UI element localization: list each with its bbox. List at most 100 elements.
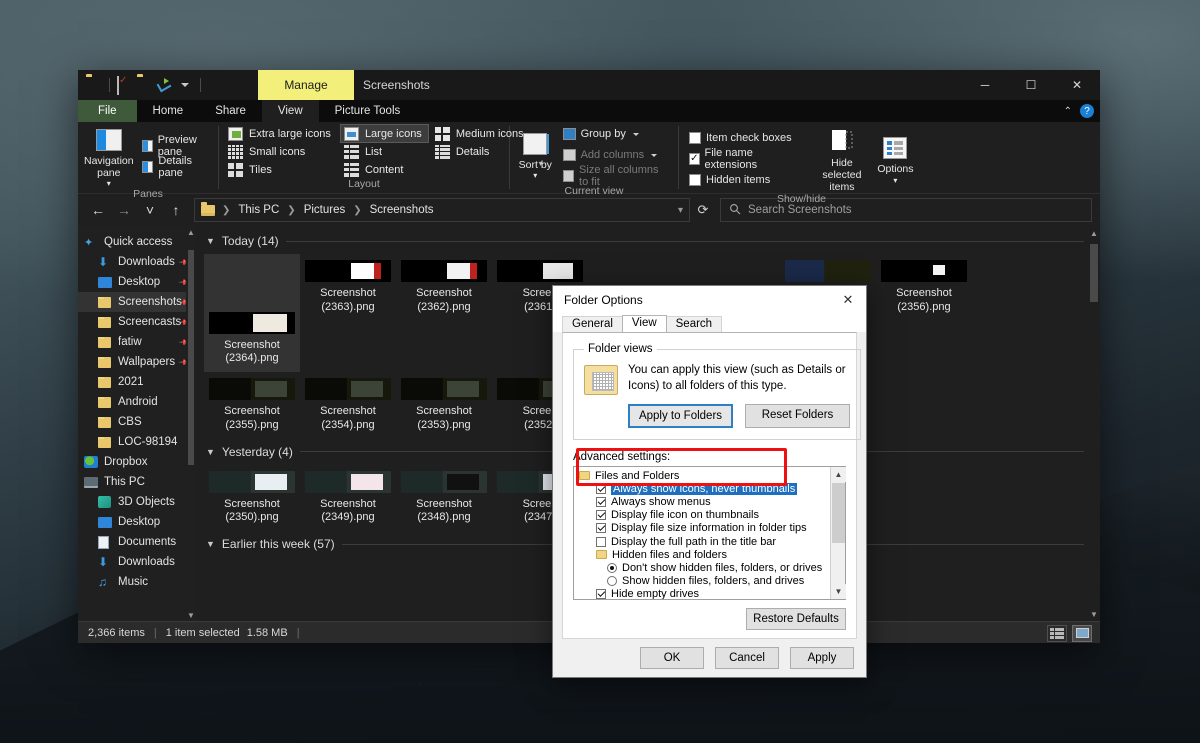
advanced-setting-row[interactable]: Display file icon on thumbnails: [579, 509, 830, 522]
folder-icon[interactable]: [86, 77, 102, 93]
advanced-setting-row[interactable]: Display the full path in the title bar: [579, 535, 830, 548]
breadcrumb[interactable]: ❯ This PC ❯ Pictures ❯ Screenshots ▾: [194, 198, 690, 222]
apply-to-folders-button[interactable]: Apply to Folders: [628, 404, 733, 428]
tab-general[interactable]: General: [562, 316, 623, 332]
advanced-setting-row[interactable]: Hide empty drives: [579, 588, 830, 599]
apply-button[interactable]: Apply: [790, 647, 854, 669]
checkbox-icon[interactable]: ✓: [689, 153, 700, 165]
advanced-settings-scrollbar[interactable]: ▲ ▼: [830, 467, 845, 599]
sidebar-item-screencasts[interactable]: Screencasts📌: [78, 312, 196, 332]
customize-chevron-icon[interactable]: [177, 77, 193, 93]
checkbox-icon[interactable]: [596, 484, 606, 494]
minimize-button[interactable]: ─: [962, 70, 1008, 100]
sidebar-item-documents[interactable]: Documents: [78, 532, 196, 552]
checkbox-icon[interactable]: [689, 174, 701, 186]
advanced-setting-row[interactable]: Always show icons, never thumbnails: [579, 482, 830, 495]
content-scrollbar[interactable]: ▲ ▼: [1088, 226, 1100, 621]
advanced-setting-row[interactable]: Display file size information in folder …: [579, 522, 830, 535]
checkbox-icon[interactable]: [689, 132, 701, 144]
file-name-extensions-option[interactable]: ✓ File name extensions: [685, 150, 797, 168]
scroll-down-icon[interactable]: ▼: [1088, 607, 1100, 621]
tab-home[interactable]: Home: [137, 100, 200, 122]
group-header[interactable]: ▼Today (14): [202, 234, 1084, 248]
hide-selected-items-button[interactable]: Hide selected items: [815, 125, 869, 193]
undo-icon[interactable]: [157, 77, 173, 93]
tab-share[interactable]: Share: [199, 100, 262, 122]
sidebar-item-desktop[interactable]: Desktop📌: [78, 272, 196, 292]
advanced-setting-row[interactable]: Don't show hidden files, folders, or dri…: [579, 561, 830, 574]
item-check-boxes-option[interactable]: Item check boxes: [685, 129, 797, 147]
layout-content[interactable]: Content: [341, 161, 428, 178]
collapse-ribbon-icon[interactable]: ⌃: [1064, 106, 1072, 117]
file-item[interactable]: Screenshot(2349).png: [300, 465, 396, 530]
layout-tiles[interactable]: Tiles: [225, 161, 337, 178]
details-pane-button[interactable]: Details pane: [138, 158, 212, 176]
sidebar-item-screenshots[interactable]: Screenshots📌: [78, 292, 196, 312]
layout-small-icons[interactable]: Small icons: [225, 143, 337, 160]
scroll-down-icon[interactable]: ▼: [831, 584, 846, 599]
tab-picture-tools[interactable]: Picture Tools: [319, 100, 417, 122]
sidebar-item-fatiw[interactable]: fatiw📌: [78, 332, 196, 352]
layout-extra-large-icons[interactable]: Extra large icons: [225, 125, 337, 142]
checkbox-icon[interactable]: [596, 497, 606, 507]
layout-list[interactable]: List: [341, 143, 428, 160]
breadcrumb-this-pc[interactable]: This PC: [234, 203, 283, 217]
preview-pane-button[interactable]: Preview pane: [138, 137, 212, 155]
advanced-settings-list[interactable]: Files and FoldersAlways show icons, neve…: [573, 466, 846, 600]
tab-view[interactable]: View: [262, 100, 319, 122]
sidebar-item-cbs[interactable]: CBS: [78, 412, 196, 432]
layout-large-icons[interactable]: Large icons: [341, 125, 428, 142]
file-item[interactable]: Screenshot(2363).png: [300, 254, 396, 372]
ok-button[interactable]: OK: [640, 647, 704, 669]
file-item[interactable]: Screenshot(2350).png: [204, 465, 300, 530]
size-all-columns-button[interactable]: Size all columns to fit: [559, 167, 672, 185]
tab-view[interactable]: View: [622, 315, 667, 332]
close-button[interactable]: ✕: [1054, 70, 1100, 100]
scroll-up-icon[interactable]: ▲: [186, 226, 196, 238]
sort-by-button[interactable]: Sort by ▾: [516, 129, 555, 180]
advanced-setting-row[interactable]: Files and Folders: [579, 469, 830, 482]
sidebar-item-downloads[interactable]: ⬇Downloads: [78, 552, 196, 572]
radio-icon[interactable]: [607, 576, 617, 586]
sidebar-item-music[interactable]: ♫Music: [78, 572, 196, 592]
dialog-close-button[interactable]: ✕: [830, 286, 866, 314]
maximize-button[interactable]: ☐: [1008, 70, 1054, 100]
file-item[interactable]: Screenshot(2362).png: [396, 254, 492, 372]
sidebar-item-3d-objects[interactable]: 3D Objects: [78, 492, 196, 512]
checkbox-icon[interactable]: [596, 510, 606, 520]
scroll-up-icon[interactable]: ▲: [831, 467, 846, 482]
breadcrumb-screenshots[interactable]: Screenshots: [366, 203, 438, 217]
scroll-down-icon[interactable]: ▼: [186, 609, 196, 621]
scrollbar-thumb[interactable]: [188, 250, 194, 465]
advanced-setting-row[interactable]: Hidden files and folders: [579, 548, 830, 561]
sidebar-item-dropbox[interactable]: Dropbox: [78, 452, 196, 472]
breadcrumb-dropdown-icon[interactable]: ▾: [678, 205, 683, 216]
hidden-items-option[interactable]: Hidden items: [685, 171, 797, 189]
properties-icon[interactable]: [117, 77, 133, 93]
reset-folders-button[interactable]: Reset Folders: [745, 404, 850, 428]
group-by-button[interactable]: Group by: [559, 125, 672, 143]
cancel-button[interactable]: Cancel: [715, 647, 779, 669]
navigation-pane-button[interactable]: Navigation pane ▾: [84, 125, 134, 188]
sidebar-item-android[interactable]: Android: [78, 392, 196, 412]
details-view-icon[interactable]: [1047, 625, 1067, 642]
tab-file[interactable]: File: [78, 100, 137, 122]
checkbox-icon[interactable]: [596, 537, 606, 547]
new-folder-icon[interactable]: [137, 77, 153, 93]
sidebar-item-this-pc[interactable]: This PC: [78, 472, 196, 492]
sidebar-item-downloads[interactable]: ⬇Downloads📌: [78, 252, 196, 272]
scrollbar-thumb[interactable]: [832, 483, 845, 543]
chevron-down-icon[interactable]: ▼: [206, 236, 215, 246]
file-item[interactable]: Screenshot(2354).png: [300, 372, 396, 437]
scrollbar-thumb[interactable]: [1090, 244, 1098, 302]
help-icon[interactable]: ?: [1080, 104, 1094, 118]
checkbox-icon[interactable]: [596, 589, 606, 599]
file-item[interactable]: Screenshot(2348).png: [396, 465, 492, 530]
tab-search[interactable]: Search: [666, 316, 722, 332]
radio-icon[interactable]: [607, 563, 617, 573]
scroll-up-icon[interactable]: ▲: [1088, 226, 1100, 240]
sidebar-item-desktop[interactable]: Desktop: [78, 512, 196, 532]
file-item[interactable]: Screenshot(2355).png: [204, 372, 300, 437]
checkbox-icon[interactable]: [596, 523, 606, 533]
sidebar-item-quick-access[interactable]: ✦Quick access: [78, 232, 196, 252]
